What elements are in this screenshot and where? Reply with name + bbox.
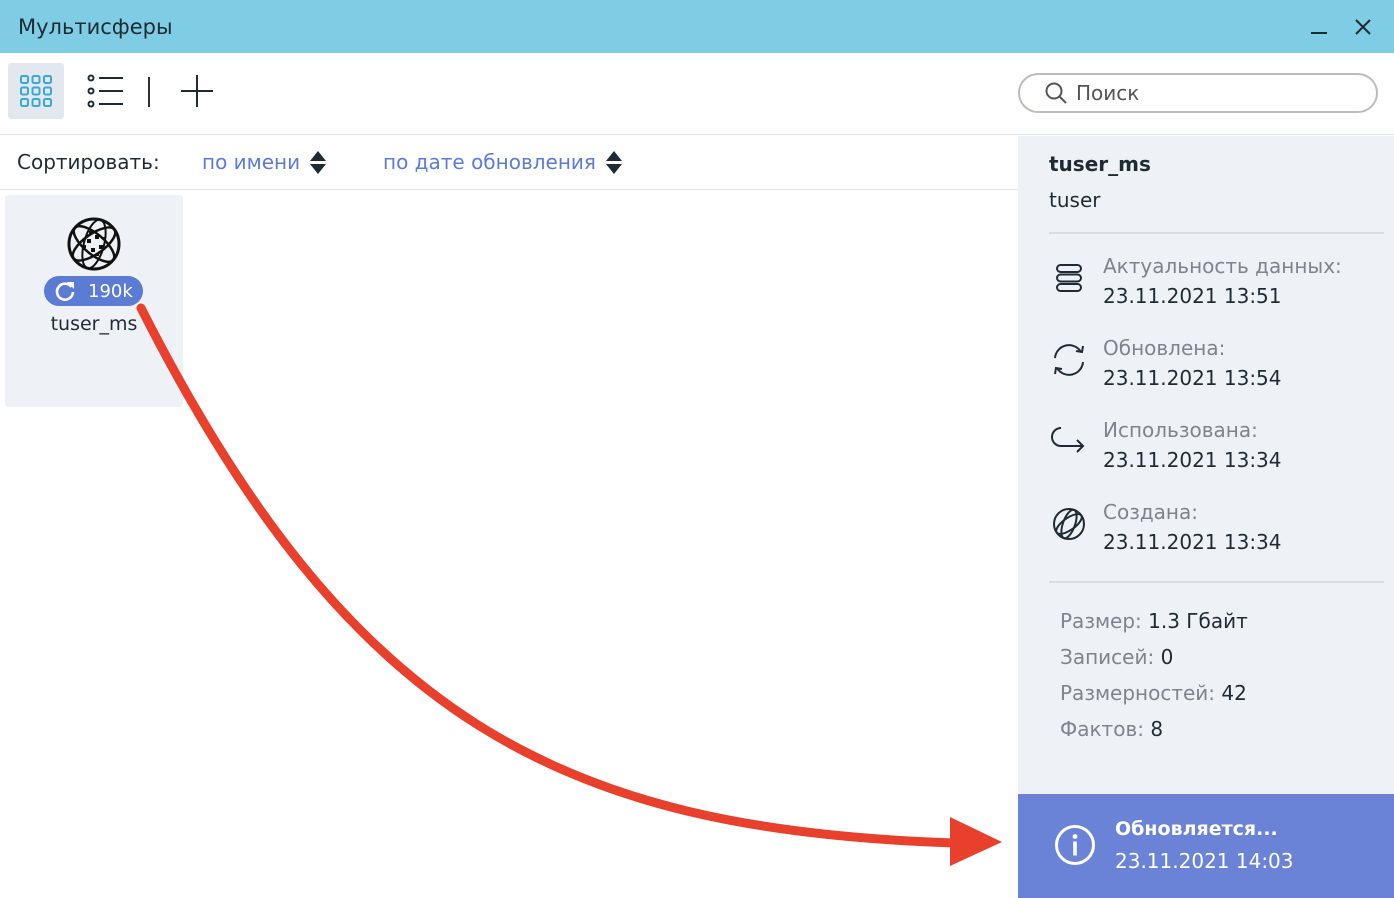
sort-arrows-icon [310, 150, 327, 174]
updated-row: Обновлена: 23.11.2021 13:54 [1049, 336, 1389, 398]
search-input[interactable] [1076, 81, 1356, 105]
stat-facts: Фактов: 8 [1060, 717, 1163, 741]
search-icon [1045, 82, 1067, 104]
sort-by-name-label: по имени [202, 150, 301, 174]
list-view-button[interactable] [78, 63, 134, 119]
row-value: 23.11.2021 13:51 [1103, 284, 1282, 308]
sort-label: Сортировать: [17, 150, 160, 174]
grid-view-icon [20, 75, 52, 107]
stat-value: 8 [1150, 717, 1164, 741]
multisphere-tile[interactable]: 190k tuser_ms [5, 195, 183, 407]
stat-value: 1.3 Гбайт [1148, 609, 1248, 633]
stat-value: 42 [1221, 681, 1247, 705]
created-row: Создана: 23.11.2021 13:34 [1049, 500, 1389, 562]
row-label: Обновлена: [1103, 336, 1226, 360]
toolbar [0, 53, 1394, 135]
badge-count: 190k [88, 280, 133, 302]
row-value: 23.11.2021 13:34 [1103, 448, 1282, 472]
info-icon [1054, 824, 1096, 870]
row-label: Использована: [1103, 418, 1258, 442]
stat-key: Размерностей: [1060, 681, 1216, 705]
sort-by-date[interactable]: по дате обновления [383, 150, 622, 174]
update-status-banner: Обновляется... 23.11.2021 14:03 [1018, 794, 1394, 898]
stat-key: Записей: [1060, 645, 1155, 669]
list-view-icon [87, 74, 123, 108]
panel-divider [1049, 232, 1384, 234]
tile-name: tuser_ms [50, 313, 138, 335]
update-count-badge: 190k [44, 276, 143, 306]
stat-value: 0 [1160, 645, 1174, 669]
multisphere-window: Мультисферы Поиск Сортировать: по имени … [0, 0, 1394, 898]
panel-owner: tuser [1049, 188, 1101, 212]
stat-dimensions: Размерностей: 42 [1060, 681, 1247, 705]
sort-bar: Сортировать: по имени по дате обновления [0, 136, 1018, 190]
panel-title: tuser_ms [1049, 152, 1151, 176]
row-label: Актуальность данных: [1103, 254, 1342, 278]
sync-icon [1049, 340, 1089, 380]
status-title: Обновляется... [1115, 818, 1278, 840]
refresh-icon [55, 282, 75, 301]
title-bar: Мультисферы [0, 0, 1394, 53]
panel-divider [1049, 581, 1384, 583]
stat-key: Размер: [1060, 609, 1142, 633]
stat-records: Записей: 0 [1060, 645, 1173, 669]
used-row: Использована: 23.11.2021 13:34 [1049, 418, 1389, 480]
stat-key: Фактов: [1060, 717, 1144, 741]
minimize-button[interactable] [1302, 10, 1336, 44]
row-value: 23.11.2021 13:54 [1103, 366, 1282, 390]
close-icon [1355, 19, 1371, 35]
window-title: Мультисферы [18, 14, 173, 39]
minimize-icon [1311, 32, 1327, 34]
sphere-globe-icon [65, 215, 123, 277]
sort-arrows-icon [605, 150, 622, 174]
sort-by-name[interactable]: по имени [202, 150, 327, 174]
redo-arrow-icon [1049, 422, 1089, 462]
row-label: Создана: [1103, 500, 1198, 524]
search-box[interactable] [1018, 73, 1378, 113]
status-time: 23.11.2021 14:03 [1115, 849, 1294, 873]
stat-size: Размер: 1.3 Гбайт [1060, 609, 1248, 633]
grid-view-button[interactable] [8, 63, 64, 119]
data-freshness-row: Актуальность данных: 23.11.2021 13:51 [1049, 254, 1389, 316]
database-icon [1049, 258, 1089, 298]
row-value: 23.11.2021 13:34 [1103, 530, 1282, 554]
toolbar-divider [148, 77, 150, 107]
add-multisphere-button[interactable] [169, 63, 225, 119]
details-panel: tuser_ms tuser Актуальность данных: 23.1… [1018, 136, 1394, 898]
sort-by-date-label: по дате обновления [383, 150, 596, 174]
plus-icon [181, 75, 213, 107]
close-button[interactable] [1346, 10, 1380, 44]
globe-icon [1049, 504, 1089, 544]
